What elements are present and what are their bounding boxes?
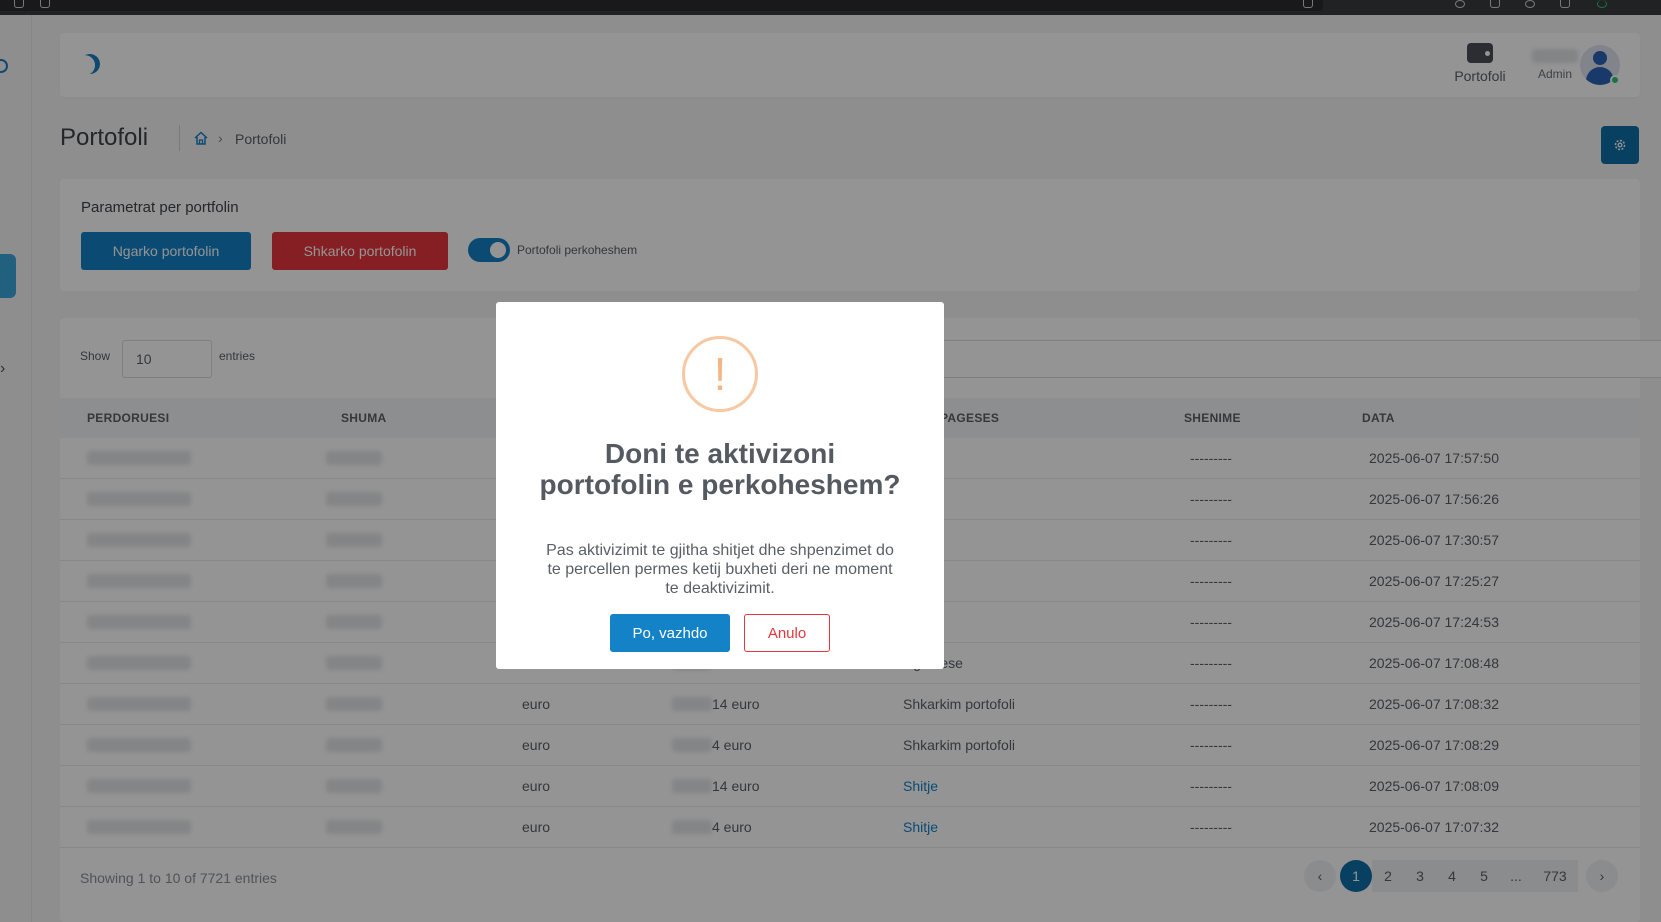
dialog-title: Doni te aktivizoni portofolin e perkohes… — [539, 438, 901, 500]
confirm-button[interactable]: Po, vazhdo — [610, 614, 730, 652]
warning-mark: ! — [713, 348, 727, 400]
warning-icon: ! — [682, 336, 758, 412]
cancel-button[interactable]: Anulo — [744, 614, 830, 652]
dialog-text: Pas aktivizimit te gjitha shitjet dhe sh… — [546, 542, 894, 597]
confirm-dialog: ! Doni te aktivizoni portofolin e perkoh… — [496, 302, 944, 669]
